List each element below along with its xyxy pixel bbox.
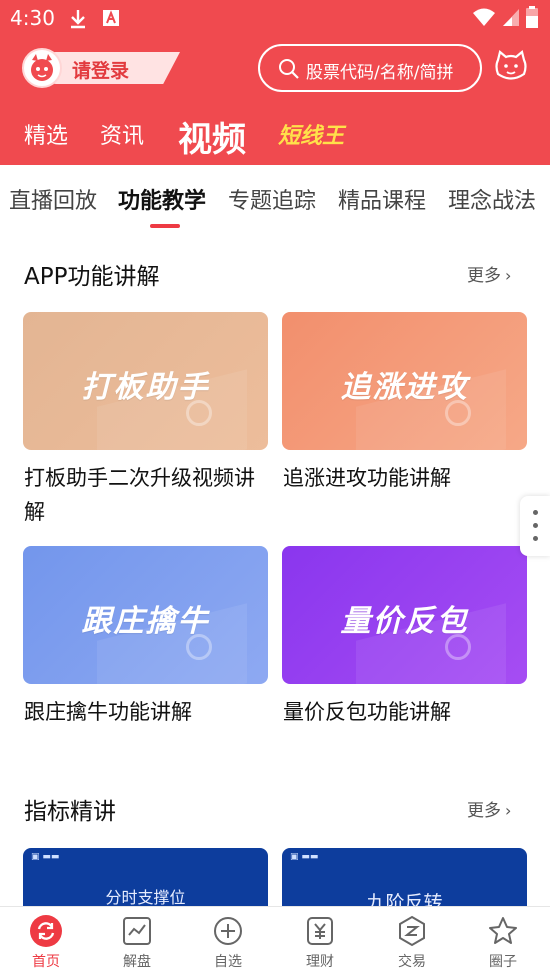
nav-label: 理财 <box>306 954 334 970</box>
search-placeholder: 股票代码/名称/简拼 <box>306 63 454 83</box>
nav-label: 圈子 <box>489 954 517 970</box>
handle-dot <box>533 523 538 528</box>
trade-icon <box>399 915 425 947</box>
nav-label: 自选 <box>214 954 242 970</box>
chart-icon <box>123 917 151 945</box>
login-label: 请登录 <box>72 60 130 82</box>
download-icon <box>71 10 85 29</box>
subtab-topic-tracking[interactable]: 专题追踪 <box>228 183 316 215</box>
refresh-icon <box>30 915 62 947</box>
nav-watchlist[interactable]: 自选 <box>193 915 263 971</box>
subtab-premium-courses[interactable]: 精品课程 <box>338 183 426 215</box>
indicator-card-title: 九阶反转 <box>366 892 443 908</box>
tab-short-king[interactable]: 短线王 <box>278 118 344 150</box>
tab-news[interactable]: 资讯 <box>100 118 144 150</box>
signal-icon <box>503 9 519 26</box>
banner-text: 追涨进攻 <box>340 370 469 405</box>
yuan-icon <box>307 917 333 945</box>
nav-trade[interactable]: 交易 <box>377 915 447 971</box>
banner-text: 打板助手 <box>81 370 210 405</box>
handle-dot <box>533 510 538 515</box>
nav-home[interactable]: 首页 <box>11 915 81 971</box>
indicator-card-title: 分时支撑位 <box>105 888 186 907</box>
status-bar: 4:30 <box>0 0 550 38</box>
banner-text: 量价反包 <box>340 604 469 639</box>
brand-logo-icon: ▣ ▬▬ <box>290 852 319 862</box>
video-card-banner[interactable]: 打板助手 <box>23 312 268 450</box>
cat-mascot-icon[interactable] <box>494 50 528 82</box>
tab-featured[interactable]: 精选 <box>24 118 68 150</box>
wifi-icon <box>473 8 495 26</box>
more-label: 更多 <box>467 801 501 821</box>
active-tab-indicator <box>150 224 180 228</box>
status-time: 4:30 <box>10 6 55 30</box>
more-label: 更多 <box>467 266 501 286</box>
banner-text: 跟庄擒牛 <box>81 604 210 639</box>
nav-label: 交易 <box>398 954 426 970</box>
more-link-indicators[interactable]: 更多 › <box>467 796 511 821</box>
sub-tabs: 直播回放 功能教学 专题追踪 精品课程 理念战法 <box>0 165 550 231</box>
search-icon <box>279 59 299 79</box>
subtab-live-replay[interactable]: 直播回放 <box>9 183 97 215</box>
login-button[interactable]: 请登录 <box>22 48 180 88</box>
handle-dot <box>533 536 538 541</box>
chevron-right-icon: › <box>505 801 512 820</box>
video-card-banner[interactable]: 量价反包 <box>282 546 527 684</box>
video-card-banner[interactable]: 追涨进攻 <box>282 312 527 450</box>
side-menu-handle[interactable] <box>520 496 550 556</box>
chevron-right-icon: › <box>505 266 512 285</box>
nav-label: 首页 <box>32 954 60 970</box>
battery-icon <box>526 6 538 28</box>
video-card-caption[interactable]: 打板助手二次升级视频讲解 <box>24 461 269 529</box>
app-notification-icon <box>103 10 119 26</box>
search-box[interactable]: 股票代码/名称/简拼 <box>258 44 482 92</box>
plus-circle-icon <box>214 917 242 945</box>
section-title-app-features: APP功能讲解 <box>24 264 160 290</box>
mascot-avatar-icon <box>31 54 53 81</box>
more-link-app-features[interactable]: 更多 › <box>467 261 511 286</box>
top-tabs: 精选 资讯 视频 短线王 <box>0 108 550 161</box>
nav-label: 解盘 <box>123 954 151 970</box>
video-card-caption[interactable]: 量价反包功能讲解 <box>283 695 528 729</box>
video-card-caption[interactable]: 追涨进攻功能讲解 <box>283 461 528 495</box>
brand-logo-icon: ▣ ▬▬ <box>31 852 60 862</box>
header: 4:30 请登录 股票代码/名称/简拼 精选 资讯 视频 短线王 <box>0 0 550 165</box>
bottom-navigation: 首页 解盘 自选 理财 交易 圈子 <box>0 906 550 979</box>
tab-video[interactable]: 视频 <box>178 112 246 161</box>
indicator-card[interactable]: ▣ ▬▬ 九阶反转 <box>282 848 527 908</box>
avatar <box>22 48 62 88</box>
video-card-banner[interactable]: 跟庄擒牛 <box>23 546 268 684</box>
nav-wealth[interactable]: 理财 <box>285 915 355 971</box>
nav-community[interactable]: 圈子 <box>468 915 538 971</box>
indicator-card[interactable]: ▣ ▬▬ 分时支撑位 <box>23 848 268 908</box>
section-title-indicators: 指标精讲 <box>24 799 116 825</box>
nav-market-analysis[interactable]: 解盘 <box>102 915 172 971</box>
star-icon <box>489 917 517 944</box>
subtab-strategy[interactable]: 理念战法 <box>448 183 536 215</box>
subtab-feature-tutorial[interactable]: 功能教学 <box>118 183 206 215</box>
video-card-caption[interactable]: 跟庄擒牛功能讲解 <box>24 695 269 729</box>
